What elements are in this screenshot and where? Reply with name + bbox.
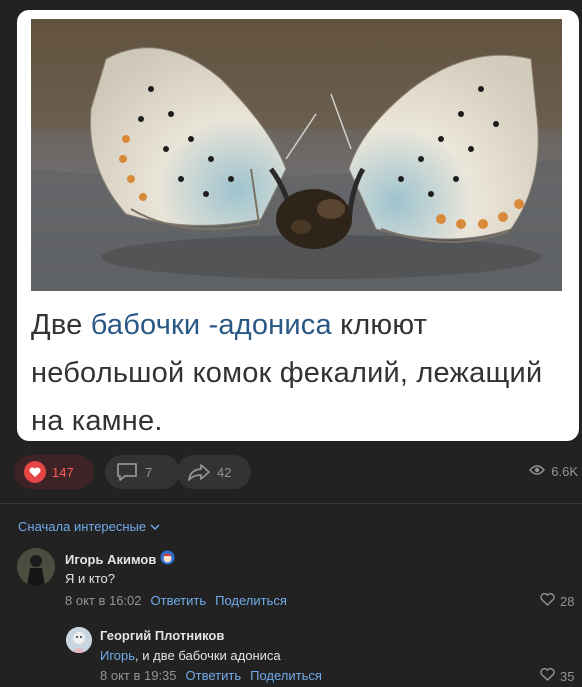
- avatar[interactable]: [17, 548, 55, 586]
- comment-like-button[interactable]: 28: [540, 593, 574, 609]
- share-comment-button[interactable]: Поделиться: [250, 668, 322, 683]
- heart-outline-icon: [540, 593, 555, 609]
- share-icon: [187, 462, 211, 482]
- comments-sort[interactable]: Сначала интересные: [18, 519, 160, 534]
- views-counter: 6.6K: [529, 464, 578, 479]
- reply-button[interactable]: Ответить: [151, 593, 207, 608]
- post-card: Две бабочки -адониса клюют небольшой ком…: [17, 10, 579, 441]
- share-button[interactable]: 42: [177, 455, 251, 489]
- sort-label: Сначала интересные: [18, 519, 147, 534]
- comment-time[interactable]: 8 окт в 16:02: [65, 593, 142, 608]
- avatar[interactable]: [66, 627, 92, 653]
- like-count: 147: [52, 464, 74, 480]
- eye-icon: [529, 464, 546, 479]
- heart-icon: [24, 461, 46, 483]
- comment-text: Я и кто?: [65, 571, 115, 586]
- post-actions: 147 7 42 6.6K: [14, 455, 580, 489]
- comment-author[interactable]: Игорь Акимов: [65, 550, 175, 568]
- comment-time[interactable]: 8 окт в 19:35: [100, 668, 177, 683]
- chevron-down-icon: [150, 519, 160, 534]
- like-button[interactable]: 147: [14, 455, 94, 489]
- comment-body: , и две бабочки адониса: [135, 648, 281, 663]
- comment-like-count: 28: [560, 593, 575, 609]
- caption-text: Две: [31, 309, 91, 341]
- share-count: 42: [217, 464, 232, 480]
- comment-icon: [115, 462, 139, 482]
- caption-link[interactable]: бабочки -адониса: [91, 309, 332, 341]
- comment-text: Игорь, и две бабочки адониса: [100, 648, 281, 663]
- comment-author[interactable]: Георгий Плотников: [100, 628, 224, 643]
- comment-meta: 8 окт в 19:35 Ответить Поделиться: [100, 668, 322, 683]
- reply-button[interactable]: Ответить: [186, 668, 242, 683]
- heart-outline-icon: [540, 668, 555, 684]
- author-name: Георгий Плотников: [100, 628, 225, 643]
- comment-like-count: 35: [560, 668, 575, 684]
- views-count: 6.6K: [551, 464, 578, 479]
- comment-like-button[interactable]: 35: [540, 668, 574, 684]
- butterflies-photo: [31, 19, 562, 291]
- comment-count: 7: [145, 464, 153, 480]
- comment-button[interactable]: 7: [105, 455, 180, 489]
- mention-link[interactable]: Игорь: [100, 648, 135, 663]
- share-comment-button[interactable]: Поделиться: [215, 593, 287, 608]
- author-name: Игорь Акимов: [65, 551, 157, 567]
- badge-icon: [160, 550, 175, 568]
- comment-meta: 8 окт в 16:02 Ответить Поделиться: [65, 593, 287, 608]
- post-caption: Две бабочки -адониса клюют небольшой ком…: [31, 301, 551, 441]
- post-photo[interactable]: [31, 19, 562, 291]
- section-divider: [0, 503, 582, 504]
